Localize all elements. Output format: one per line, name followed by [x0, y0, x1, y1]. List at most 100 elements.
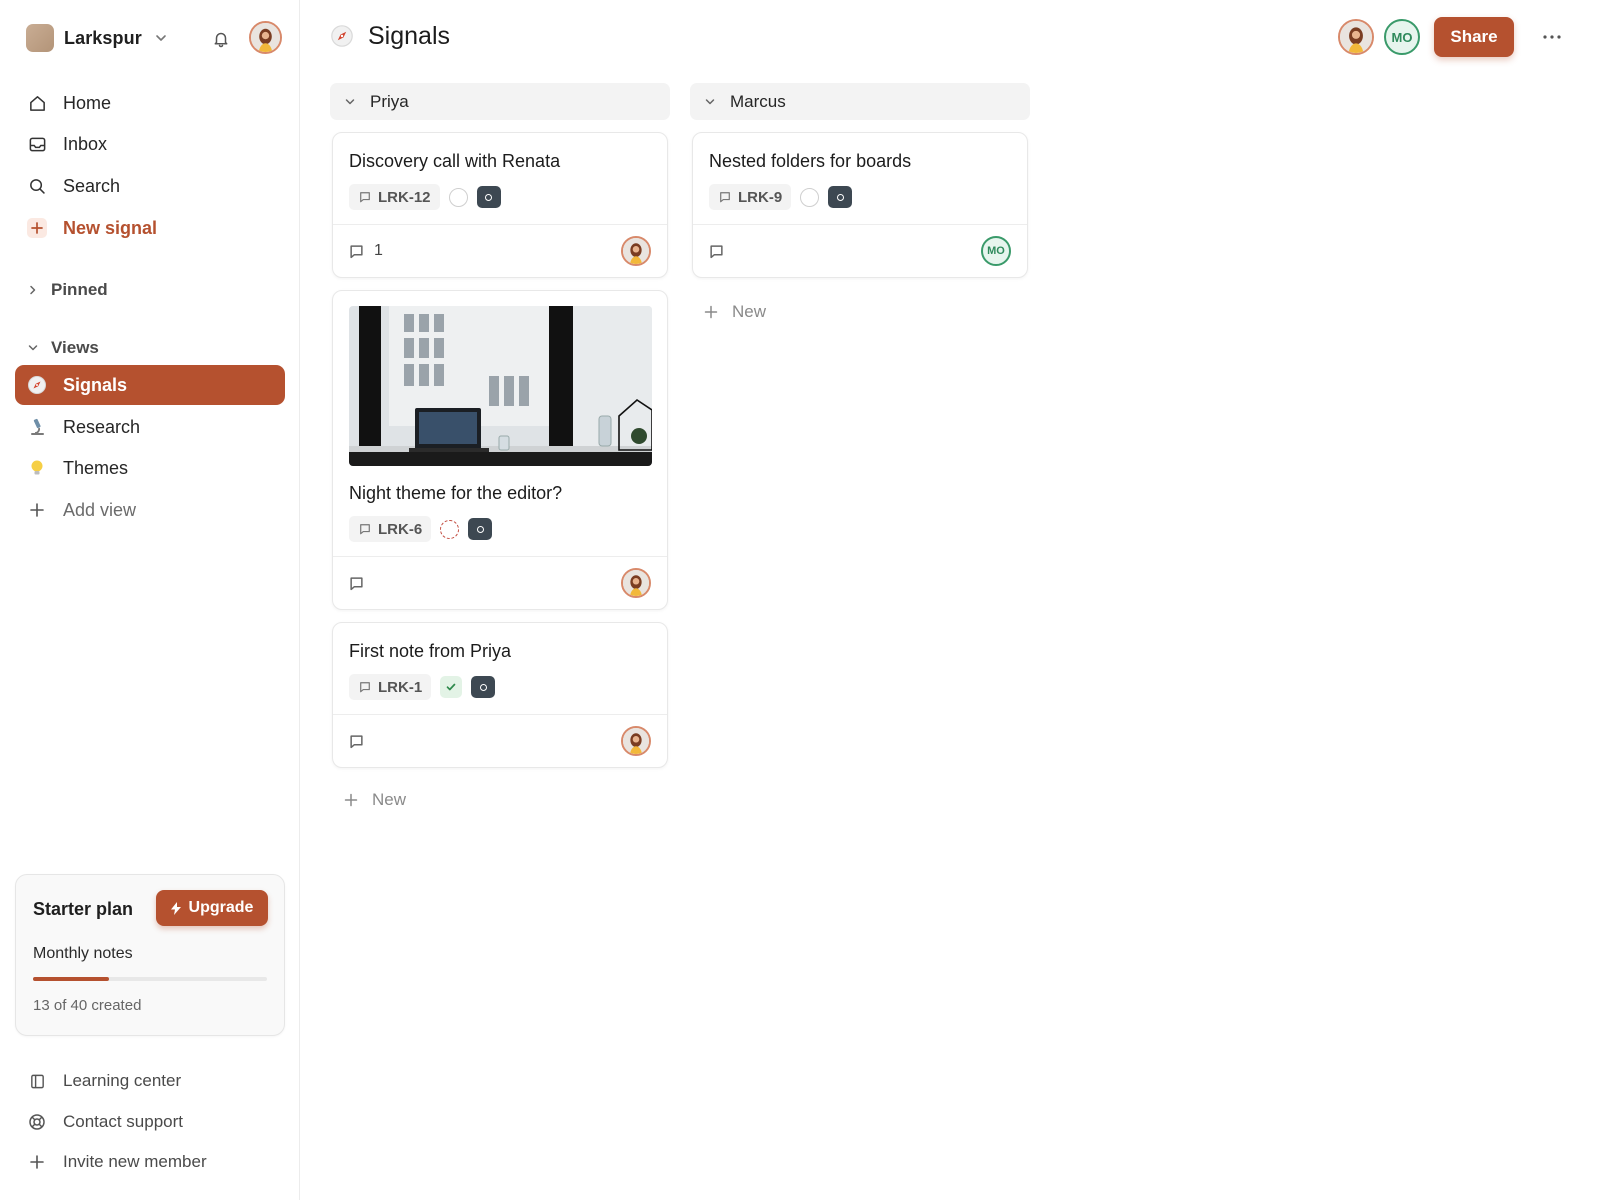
issue-id-chip[interactable]: LRK-12 [349, 184, 440, 210]
chevron-down-icon [704, 96, 716, 108]
chevron-down-icon [154, 31, 168, 45]
card-footer [333, 556, 667, 609]
lightbulb-icon [27, 458, 47, 478]
comment-icon[interactable] [349, 576, 364, 591]
bell-icon[interactable] [210, 28, 232, 50]
upgrade-label: Upgrade [188, 899, 254, 916]
pinned-label: Pinned [51, 280, 108, 299]
user-avatar[interactable] [249, 21, 282, 54]
issue-id-chip[interactable]: LRK-6 [349, 516, 432, 542]
comment-icon [359, 523, 371, 535]
comment-icon [359, 191, 371, 203]
add-card-label: New [372, 790, 407, 809]
workspace-logo [26, 24, 54, 52]
column-name: Priya [370, 91, 409, 111]
header-actions: MO Share [1338, 17, 1570, 57]
issue-id: LRK-6 [378, 520, 423, 538]
card-meta: LRK-1 [349, 674, 496, 700]
nav-home[interactable]: Home [15, 83, 285, 123]
comment-icon[interactable] [349, 734, 364, 749]
issue-id-chip[interactable]: LRK-1 [349, 674, 432, 700]
column-name: Marcus [730, 91, 786, 111]
lightning-icon [170, 901, 181, 915]
workspace-name: Larkspur [64, 27, 142, 48]
workspace-switcher[interactable]: Larkspur [26, 22, 168, 54]
compass-icon [330, 24, 354, 48]
plus-icon [344, 793, 358, 807]
new-signal-button[interactable]: New signal [15, 208, 285, 248]
card-lrk-1[interactable]: First note from Priya LRK-1 [332, 622, 668, 768]
add-card-button-marcus[interactable]: New [704, 297, 766, 327]
plus-icon [704, 305, 718, 319]
column-header-marcus[interactable]: Marcus [690, 83, 1030, 120]
issue-id-chip[interactable]: LRK-9 [709, 184, 792, 210]
more-options-icon[interactable] [1534, 19, 1570, 55]
card-footer: MO [693, 224, 1027, 277]
card-lrk-6[interactable]: Night theme for the editor? LRK-6 [332, 290, 668, 610]
nav-home-label: Home [63, 92, 112, 113]
plus-icon [27, 500, 47, 520]
add-view-button[interactable]: Add view [15, 490, 285, 530]
comment-icon [719, 191, 731, 203]
status-done-icon[interactable] [440, 676, 463, 698]
card-lrk-9[interactable]: Nested folders for boards LRK-9 MO [692, 132, 1028, 278]
view-research-label: Research [63, 416, 141, 437]
page-title: Signals [368, 21, 450, 50]
usage-progress-fill [33, 977, 110, 981]
assignee-avatar[interactable] [621, 236, 651, 266]
assignee-avatar[interactable] [621, 568, 651, 598]
inbox-icon [27, 134, 47, 154]
column-header-priya[interactable]: Priya [330, 83, 670, 120]
usage-count: 13 of 40 created [33, 997, 142, 1014]
share-button[interactable]: Share [1434, 17, 1514, 57]
status-todo-icon[interactable] [800, 187, 820, 207]
learning-center-label: Learning center [63, 1071, 182, 1090]
invite-member-label: Invite new member [63, 1152, 207, 1171]
card-title: First note from Priya [349, 641, 512, 661]
source-icon [468, 518, 493, 540]
usage-progress-bar [33, 977, 267, 981]
card-cover-image [349, 306, 652, 466]
card-lrk-12[interactable]: Discovery call with Renata LRK-12 1 [332, 132, 668, 278]
search-icon [27, 176, 47, 196]
pinned-section-toggle[interactable]: Pinned [15, 275, 285, 305]
status-in-review-icon[interactable] [440, 519, 460, 539]
contact-support-link[interactable]: Contact support [15, 1104, 285, 1140]
learning-center-link[interactable]: Learning center [15, 1063, 285, 1099]
sidebar: Larkspur Home Inbox Search New signal Pi… [0, 0, 300, 1200]
comment-icon[interactable] [349, 244, 364, 259]
view-signals[interactable]: Signals [15, 365, 285, 405]
microscope-icon [27, 417, 47, 437]
comment-icon[interactable] [709, 244, 724, 259]
views-label: Views [51, 338, 99, 357]
comment-icon [359, 681, 371, 693]
views-section-toggle[interactable]: Views [15, 333, 285, 363]
assignee-avatar[interactable] [621, 726, 651, 756]
invite-member-link[interactable]: Invite new member [15, 1144, 285, 1180]
upgrade-button[interactable]: Upgrade [156, 890, 268, 926]
comment-count: 1 [374, 242, 383, 259]
plus-icon [27, 1154, 47, 1170]
add-card-label: New [732, 302, 767, 321]
new-signal-label: New signal [63, 217, 158, 238]
nav-search[interactable]: Search [15, 166, 285, 206]
card-footer: 1 [333, 224, 667, 277]
issue-id: LRK-1 [378, 678, 423, 696]
view-themes[interactable]: Themes [15, 448, 285, 488]
add-card-button-priya[interactable]: New [344, 785, 406, 815]
member-avatar[interactable] [1338, 19, 1374, 55]
card-meta: LRK-9 [709, 184, 853, 210]
card-title: Nested folders for boards [709, 151, 912, 171]
card-footer [333, 714, 667, 767]
usage-label: Monthly notes [33, 945, 133, 962]
card-title: Night theme for the editor? [349, 483, 563, 503]
source-icon [471, 676, 496, 698]
assignee-initials-avatar[interactable]: MO [981, 236, 1011, 266]
view-research[interactable]: Research [15, 407, 285, 447]
plan-card: Starter plan Upgrade Monthly notes 13 of… [15, 874, 285, 1036]
nav-inbox[interactable]: Inbox [15, 124, 285, 164]
member-initials-avatar[interactable]: MO [1384, 19, 1420, 55]
chevron-right-icon [27, 284, 39, 296]
status-todo-icon[interactable] [448, 187, 468, 207]
page-header: Signals [330, 20, 450, 52]
